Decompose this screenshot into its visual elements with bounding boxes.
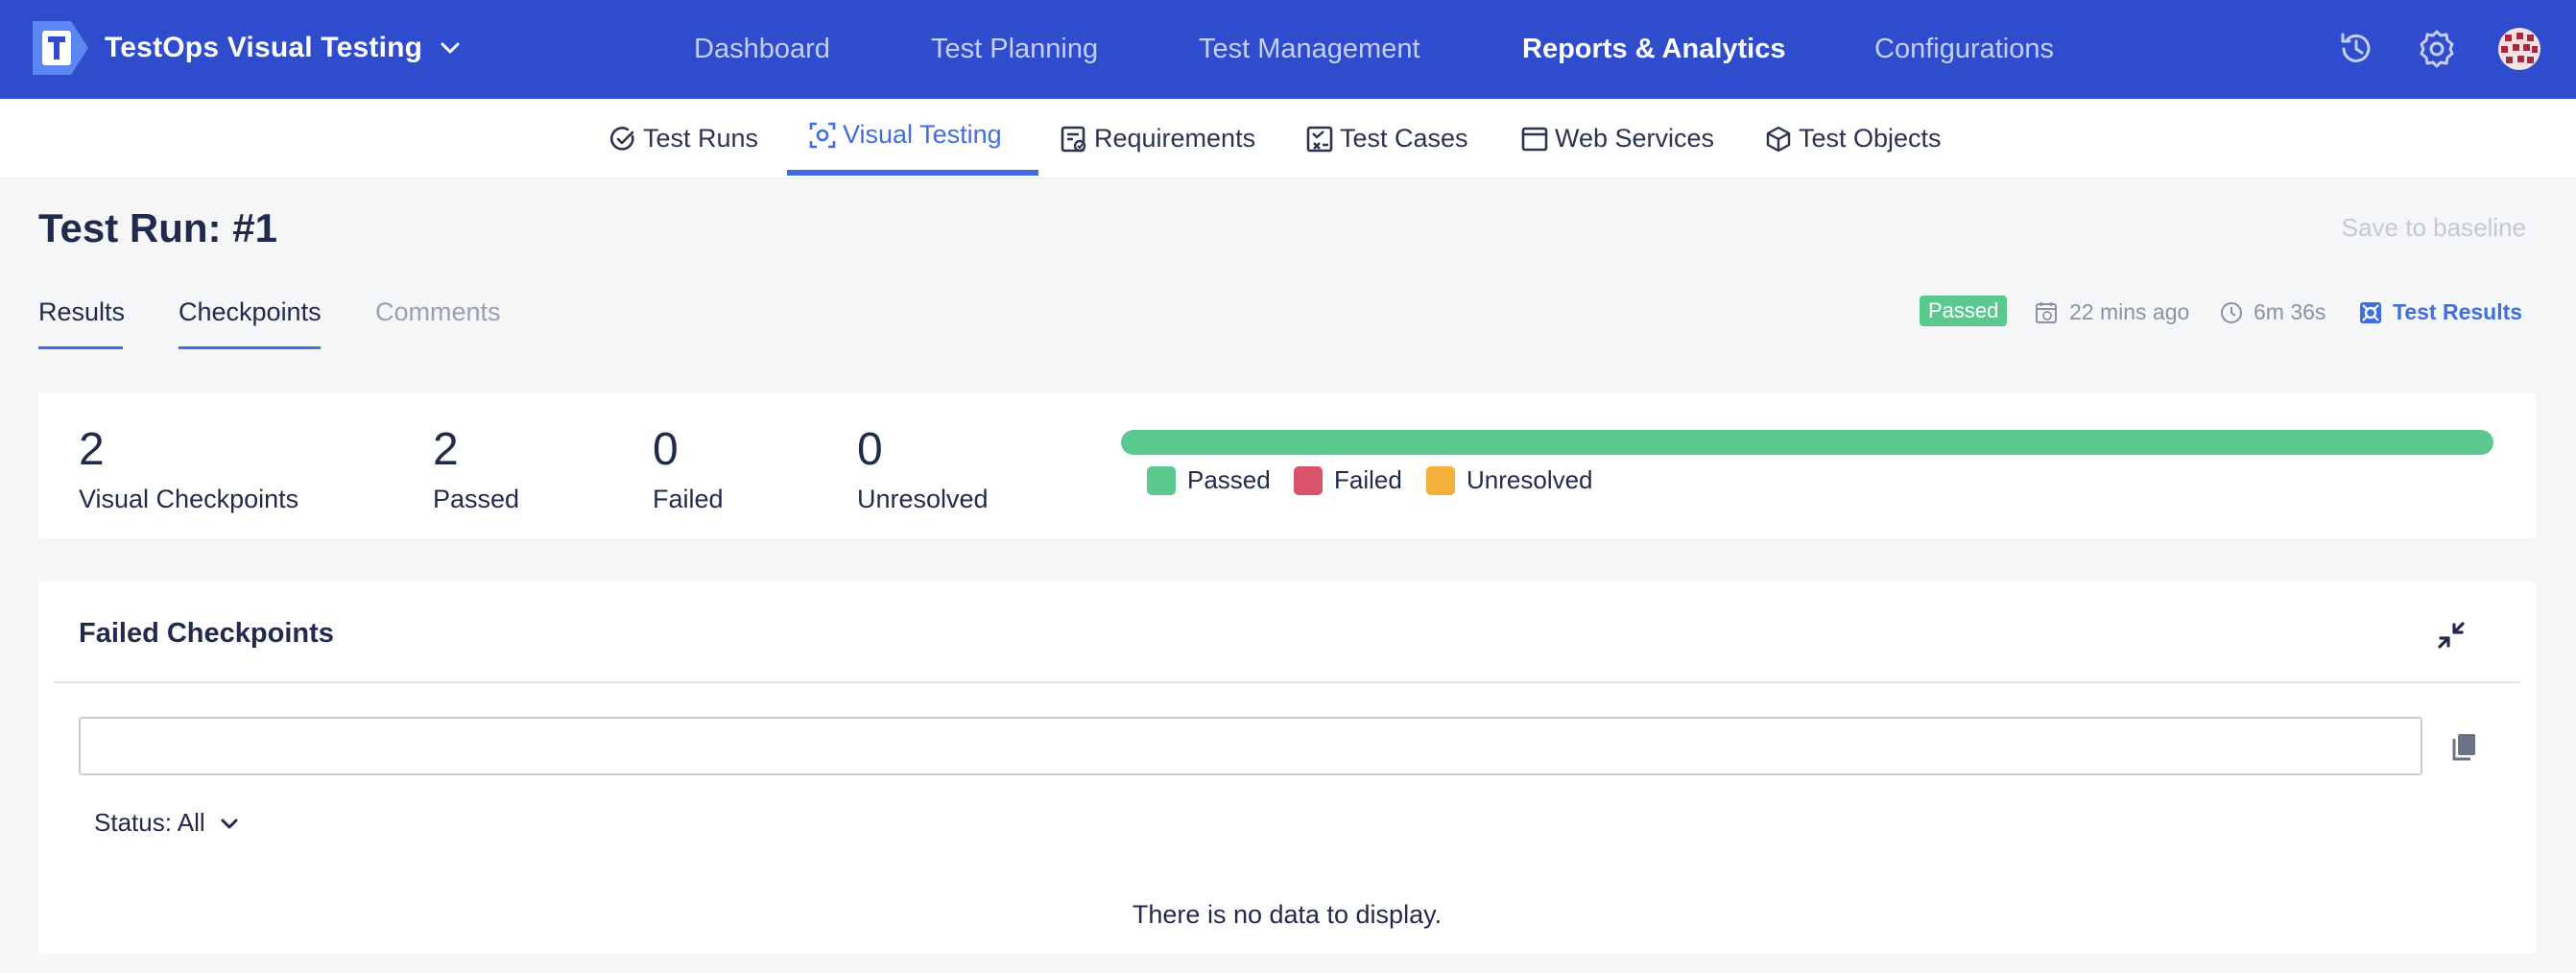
results-progress-bar <box>1121 430 2493 455</box>
subnav-label: Test Cases <box>1340 124 1468 153</box>
search-input[interactable] <box>79 717 2422 775</box>
subnav-test-objects[interactable]: Test Objects <box>1764 99 1942 178</box>
main-nav: Dashboard Test Planning Test Management … <box>0 0 2576 99</box>
chevron-down-icon <box>221 819 238 828</box>
gear-icon[interactable] <box>2413 25 2461 73</box>
cube-icon <box>1766 126 1791 152</box>
stat-visual-checkpoints-label: Visual Checkpoints <box>79 485 299 513</box>
subnav-requirements[interactable]: Requirements <box>1060 99 1255 178</box>
run-meta: Passed 22 mins ago 6m 36s Test Results <box>1920 296 2524 330</box>
test-results-link[interactable]: Test Results <box>2358 299 2522 325</box>
stat-unresolved-value: 0 <box>857 424 883 475</box>
tab-results[interactable]: Results <box>38 297 125 327</box>
test-cases-icon <box>1306 126 1333 152</box>
subnav-test-runs[interactable]: Test Runs <box>608 99 758 178</box>
subnav-label: Test Runs <box>643 124 759 153</box>
clock-icon <box>2221 301 2242 323</box>
stat-unresolved-label: Unresolved <box>857 485 989 513</box>
check-circle-icon <box>610 126 634 151</box>
legend-swatch-failed <box>1294 465 1323 495</box>
tab-checkpoints-underline <box>179 346 321 349</box>
nav-configurations[interactable]: Configurations <box>1874 0 2054 99</box>
copy-icon[interactable] <box>2445 727 2484 766</box>
subnav-test-cases[interactable]: Test Cases <box>1305 99 1468 178</box>
nav-test-management[interactable]: Test Management <box>1199 0 1420 99</box>
legend-passed: Passed <box>1147 465 1271 495</box>
legend-swatch-passed <box>1147 465 1176 495</box>
panel-divider <box>54 681 2520 683</box>
passed-progress-fill <box>1121 430 2493 455</box>
status-badge: Passed <box>1920 296 2008 326</box>
panel-title: Failed Checkpoints <box>79 618 334 649</box>
avatar[interactable] <box>2495 25 2543 73</box>
nav-dashboard[interactable]: Dashboard <box>694 0 830 99</box>
legend-unresolved: Unresolved <box>1426 465 1593 495</box>
stat-visual-checkpoints-value: 2 <box>79 424 105 475</box>
subnav-visual-testing[interactable]: Visual Testing <box>808 95 1002 175</box>
tab-checkpoints[interactable]: Checkpoints <box>179 297 322 327</box>
subnav-web-services[interactable]: Web Services <box>1520 99 1714 178</box>
subnav-label: Requirements <box>1094 124 1256 153</box>
time-ago: 22 mins ago <box>2035 299 2189 325</box>
top-navigation-bar: TestOps Visual Testing Dashboard Test Pl… <box>0 0 2576 99</box>
stat-failed-label: Failed <box>653 485 724 513</box>
stat-failed-value: 0 <box>653 424 679 475</box>
summary-card: 2 Visual Checkpoints 2 Passed 0 Failed 0… <box>38 392 2536 538</box>
subnav-label: Visual Testing <box>843 120 1002 149</box>
status-filter-label: Status: All <box>94 808 205 837</box>
stat-passed-value: 2 <box>433 424 459 475</box>
nav-reports-analytics[interactable]: Reports & Analytics <box>1522 0 1786 99</box>
page-title: Test Run: #1 <box>38 205 277 250</box>
collapse-icon[interactable] <box>2432 616 2470 654</box>
visual-scan-icon <box>809 122 836 148</box>
stat-passed-label: Passed <box>433 485 520 513</box>
save-to-baseline-button[interactable]: Save to baseline <box>2342 213 2526 243</box>
active-subnav-indicator <box>787 170 1038 176</box>
tab-comments[interactable]: Comments <box>375 297 501 327</box>
tab-results-underline <box>38 346 123 349</box>
browser-window-icon <box>1521 127 1548 151</box>
sub-navigation: Test Runs Visual Testing Requirements Te… <box>0 99 2576 178</box>
legend-failed: Failed <box>1294 465 1402 495</box>
subnav-label: Web Services <box>1555 124 1715 153</box>
subnav-label: Test Objects <box>1799 124 1942 153</box>
requirements-icon <box>1061 126 1086 152</box>
status-filter-dropdown[interactable]: Status: All <box>94 808 240 838</box>
calendar-clock-icon <box>2036 301 2057 323</box>
history-icon[interactable] <box>2332 25 2380 73</box>
nav-test-planning[interactable]: Test Planning <box>931 0 1098 99</box>
duration: 6m 36s <box>2219 299 2326 325</box>
failed-checkpoints-panel: Failed Checkpoints Status: All There is … <box>38 581 2536 954</box>
test-results-icon <box>2360 301 2381 323</box>
legend-swatch-unresolved <box>1426 465 1455 495</box>
empty-state-message: There is no data to display. <box>1132 900 1443 929</box>
